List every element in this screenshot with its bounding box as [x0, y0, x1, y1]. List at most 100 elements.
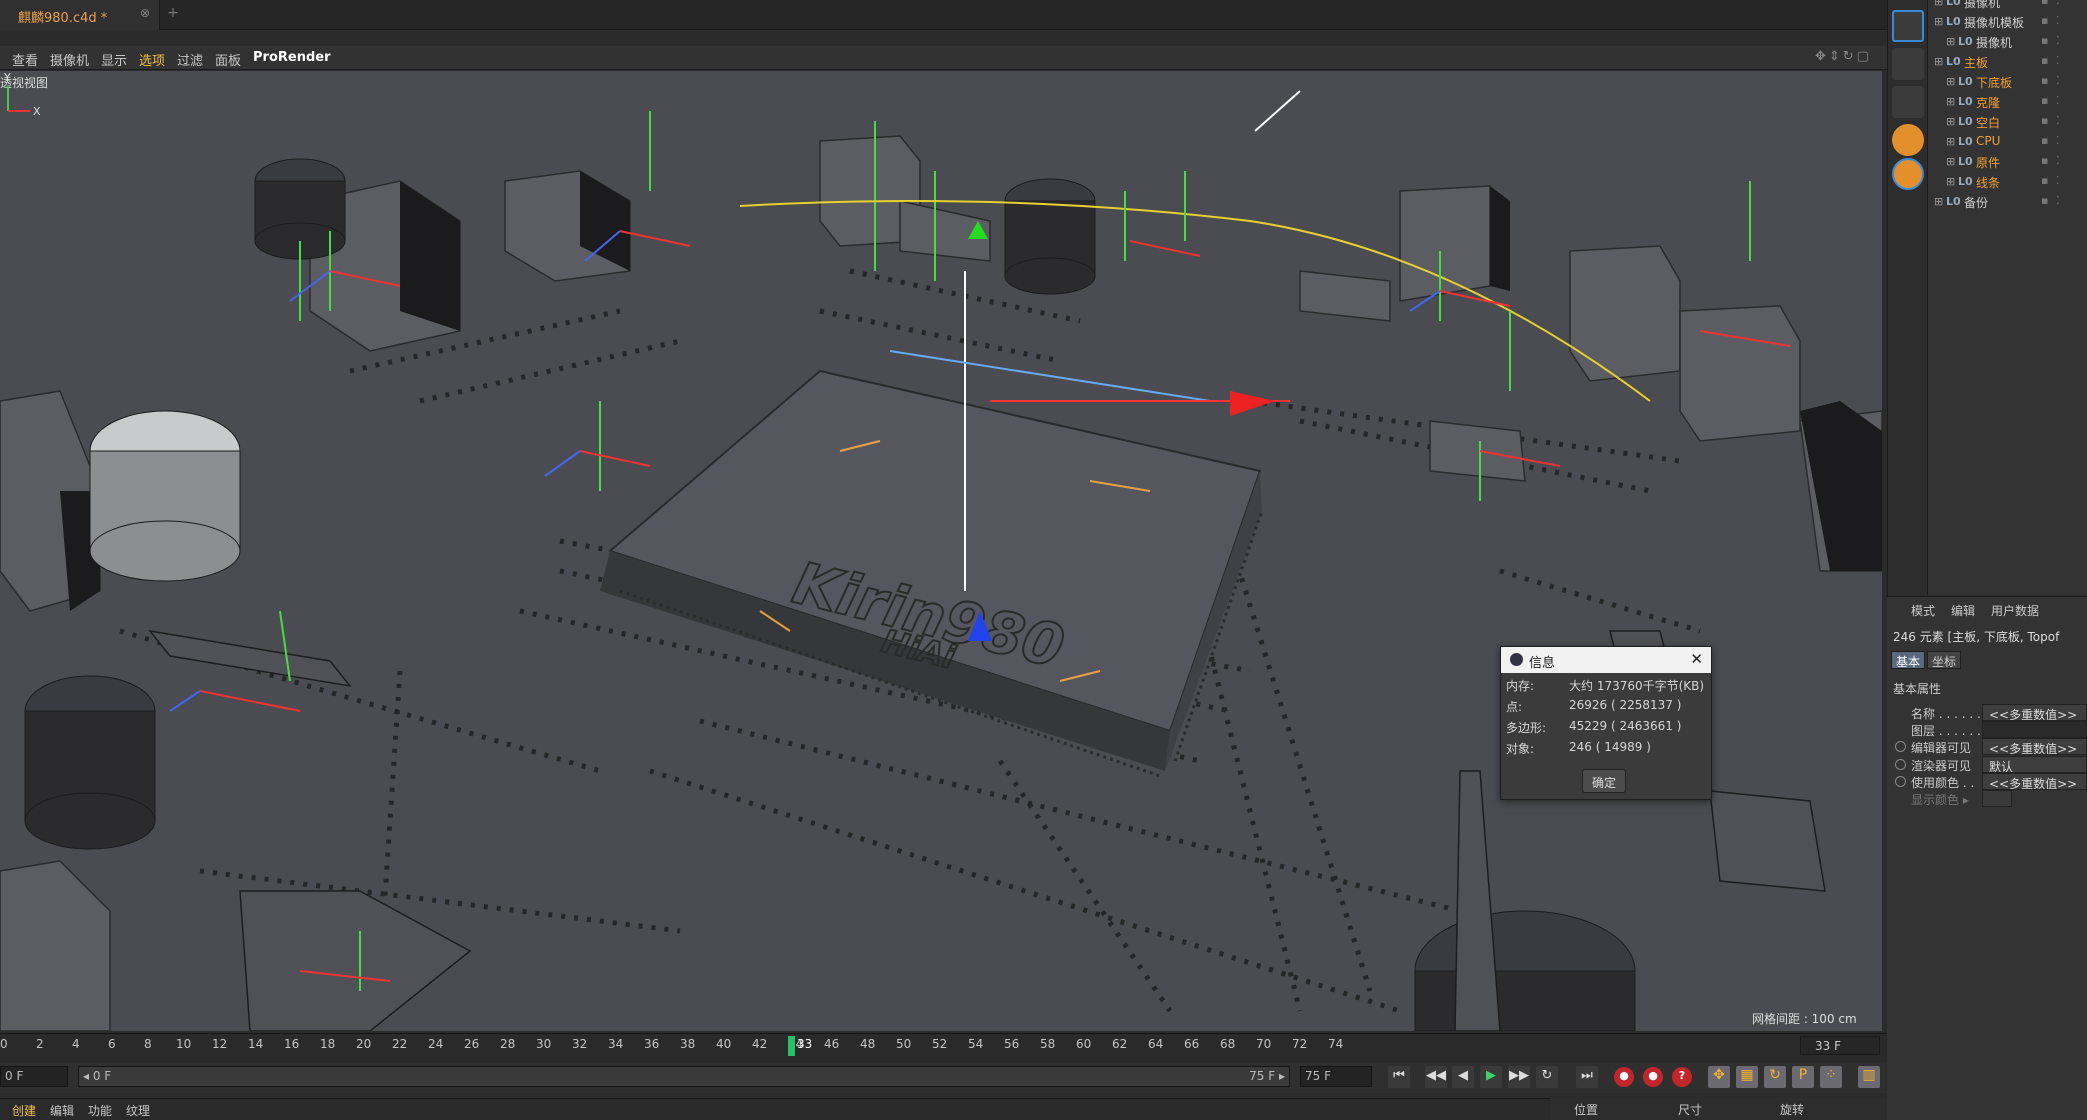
render-sphere-icon[interactable] — [1892, 158, 1924, 190]
attr-menu-userdata[interactable]: 用户数据 — [1991, 602, 2039, 619]
visibility-flags-icon[interactable]: ▪ ⁚ — [2041, 0, 2061, 7]
object-row[interactable]: ⊞ L0 下底板 ▪ ⁚ — [1928, 72, 2087, 92]
start-frame-field[interactable]: 0 F — [0, 1066, 68, 1087]
object-row[interactable]: ⊞ L0 备份 ▪ ⁚ — [1928, 192, 2087, 212]
attribute-label: 显示颜色 ▸ — [1911, 793, 1969, 807]
visibility-flags-icon[interactable]: ▪ ⁚ — [2041, 54, 2061, 67]
cube-icon[interactable] — [1892, 86, 1924, 118]
display-color-swatch[interactable] — [1982, 790, 2012, 807]
object-row[interactable]: ⊞ L0 线条 ▪ ⁚ — [1928, 172, 2087, 192]
go-to-end-button[interactable]: ⏭ — [1576, 1066, 1598, 1088]
attribute-value-field[interactable]: 默认 — [1982, 755, 2087, 773]
bend-icon[interactable] — [1892, 48, 1924, 80]
attribute-value-field[interactable] — [1982, 721, 2087, 739]
parameter-key-icon[interactable]: P — [1792, 1066, 1814, 1088]
document-tab[interactable]: 麒麟980.c4d * ⊗ — [0, 0, 160, 30]
playhead[interactable] — [788, 1036, 795, 1056]
visibility-flags-icon[interactable]: ▪ ⁚ — [2041, 14, 2061, 27]
menu-panel[interactable]: 面板 — [215, 50, 241, 69]
close-icon[interactable]: ⊗ — [140, 6, 150, 20]
menu-options[interactable]: 选项 — [139, 50, 165, 69]
rotation-key-icon[interactable]: ↻ — [1764, 1066, 1786, 1088]
attribute-value-field[interactable]: <<多重数值>> — [1982, 704, 2087, 721]
perspective-viewport[interactable]: Kirin980 HiAi 透视视图 网格间距: 100 cm Y X — [0, 71, 1882, 1031]
visibility-flags-icon[interactable]: ▪ ⁚ — [2041, 74, 2061, 87]
object-row[interactable]: ⊞ L0 主板 ▪ ⁚ — [1928, 52, 2087, 72]
attribute-value-field[interactable]: <<多重数值>> — [1982, 738, 2087, 756]
material-sphere-icon[interactable] — [1892, 124, 1924, 156]
tab-basic[interactable]: 基本 — [1891, 651, 1926, 669]
menu-texture[interactable]: 纹理 — [126, 1102, 150, 1119]
visibility-flags-icon[interactable]: ▪ ⁚ — [2041, 34, 2061, 47]
object-row[interactable]: ⊞ L0 空白 ▪ ⁚ — [1928, 112, 2087, 132]
expand-icon[interactable]: ⊞ — [1946, 115, 1955, 128]
menu-camera[interactable]: 摄像机 — [50, 50, 89, 69]
timeline-tick-label: 74 — [1328, 1037, 1344, 1051]
pla-key-icon[interactable]: ⁘ — [1820, 1066, 1842, 1088]
object-row[interactable]: ⊞ L0 摄像机 ▪ ⁚ — [1928, 32, 2087, 52]
autokey-button[interactable]: ● — [1643, 1067, 1663, 1087]
expand-icon[interactable]: ⊞ — [1946, 135, 1955, 148]
expand-icon[interactable]: ⊞ — [1934, 0, 1943, 8]
tab-coordinates[interactable]: 坐标 — [1927, 651, 1962, 669]
menu-create[interactable]: 创建 — [12, 1102, 36, 1119]
expand-icon[interactable]: ⊞ — [1934, 15, 1943, 28]
go-to-start-button[interactable]: ⏮ — [1388, 1066, 1410, 1088]
timeline-tick-label: 24 — [428, 1037, 444, 1051]
timeline-tick-label: 70 — [1256, 1037, 1272, 1051]
menu-edit[interactable]: 编辑 — [50, 1102, 74, 1119]
scale-key-icon[interactable]: ▦ — [1736, 1066, 1758, 1088]
timeline-ruler[interactable]: 0 2 4 6 8 10 12 14 16 18 20 22 24 26 28 30 32 34 36 38 40 42 4… — [0, 1033, 1887, 1057]
attr-menu-mode[interactable]: 模式 — [1911, 602, 1935, 619]
end-frame-field[interactable]: 75 F — [1300, 1066, 1372, 1087]
visibility-flags-icon[interactable]: ▪ ⁚ — [2041, 94, 2061, 107]
prev-key-button[interactable]: ◀◀ — [1425, 1066, 1447, 1088]
object-row[interactable]: ⊞ L0 CPU ▪ ⁚ — [1928, 132, 2087, 152]
visibility-flags-icon[interactable]: ▪ ⁚ — [2041, 114, 2061, 127]
animate-radio-icon[interactable] — [1895, 758, 1906, 770]
animate-radio-icon[interactable] — [1895, 741, 1906, 753]
object-row[interactable]: ⊞ L0 摄像机 ▪ ⁚ — [1928, 0, 2087, 12]
ok-button[interactable]: 确定 — [1582, 769, 1626, 793]
expand-icon[interactable]: ⊞ — [1934, 195, 1943, 208]
viewport-nav-icons[interactable]: ✥⇕↻▢ — [1815, 49, 1872, 64]
expand-icon[interactable]: ⊞ — [1934, 55, 1943, 68]
next-key-button[interactable]: ▶▶ — [1508, 1066, 1530, 1088]
menu-display[interactable]: 显示 — [101, 50, 127, 69]
menu-filter[interactable]: 过滤 — [177, 50, 203, 69]
object-row[interactable]: ⊞ L0 克隆 ▪ ⁚ — [1928, 92, 2087, 112]
expand-icon[interactable]: ⊞ — [1946, 75, 1955, 88]
attr-menu-edit[interactable]: 编辑 — [1951, 602, 1975, 619]
expand-icon[interactable]: ⊞ — [1946, 35, 1955, 48]
visibility-flags-icon[interactable]: ▪ ⁚ — [2041, 194, 2061, 207]
timeline-window-icon[interactable]: ▥ — [1858, 1066, 1880, 1088]
timeline-tick-label: 30 — [536, 1037, 552, 1051]
play-button[interactable]: ▶ — [1480, 1066, 1502, 1088]
timeline-tick-label: 34 — [608, 1037, 624, 1051]
object-row[interactable]: ⊞ L0 原件 ▪ ⁚ — [1928, 152, 2087, 172]
pipe-icon[interactable] — [1892, 10, 1924, 42]
expand-icon[interactable]: ⊞ — [1946, 95, 1955, 108]
visibility-flags-icon[interactable]: ▪ ⁚ — [2041, 154, 2061, 167]
frame-range-slider[interactable]: ◂ 0 F 75 F ▸ — [78, 1066, 1290, 1087]
step-back-button[interactable]: ◀ — [1452, 1066, 1474, 1088]
loop-button[interactable]: ↻ — [1536, 1066, 1558, 1088]
menu-function[interactable]: 功能 — [88, 1102, 112, 1119]
visibility-flags-icon[interactable]: ▪ ⁚ — [2041, 174, 2061, 187]
object-row[interactable]: ⊞ L0 摄像机模板 ▪ ⁚ — [1928, 12, 2087, 32]
grid-spacing-label: 网格间距 : 100 cm — [1752, 1012, 1857, 1026]
record-active-button[interactable]: ● — [1614, 1067, 1634, 1087]
expand-icon[interactable]: ⊞ — [1946, 175, 1955, 188]
expand-icon[interactable]: ⊞ — [1946, 155, 1955, 168]
attribute-value-field[interactable]: <<多重数值>> — [1982, 772, 2087, 790]
current-frame-field[interactable]: 33 F — [1800, 1036, 1880, 1055]
visibility-flags-icon[interactable]: ▪ ⁚ — [2041, 134, 2061, 147]
keyframe-selection-button[interactable]: ? — [1672, 1067, 1692, 1087]
new-tab-button[interactable]: + — [163, 5, 183, 25]
position-key-icon[interactable]: ✥ — [1708, 1066, 1730, 1088]
dialog-row-value: 大约 173760千字节(KB) — [1569, 679, 1705, 693]
menu-view[interactable]: 查看 — [12, 50, 38, 69]
dialog-close-icon[interactable]: ✕ — [1690, 650, 1703, 668]
animate-radio-icon[interactable] — [1895, 775, 1906, 787]
menu-prorender[interactable]: ProRender — [253, 50, 331, 65]
